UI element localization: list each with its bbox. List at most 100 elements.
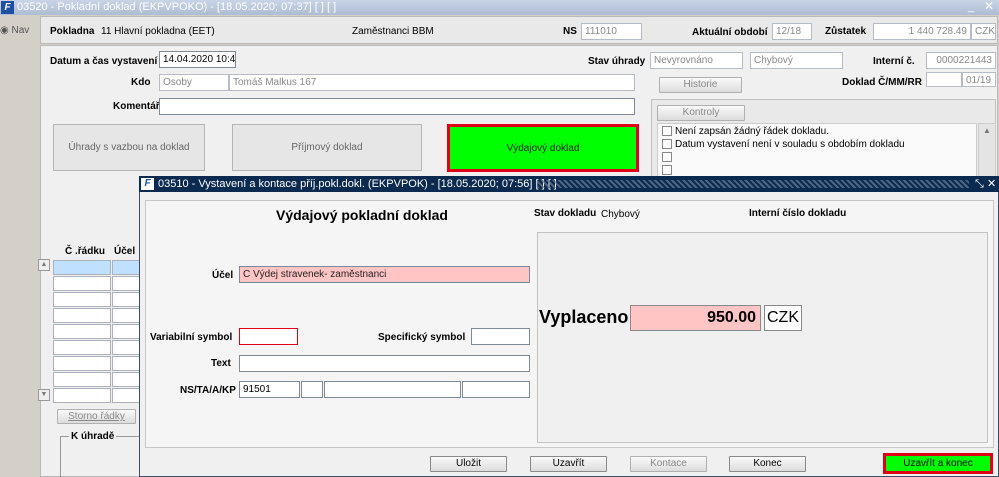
scroll-up-icon[interactable]: ▲: [983, 126, 991, 135]
main-window-title: 03520 - Pokladní doklad (EKPVPOKO) - [18…: [17, 1, 337, 13]
paid-amount-field[interactable]: 950.00: [630, 305, 761, 331]
checkbox-icon: [662, 126, 672, 137]
payment-state-field-2[interactable]: Chybový: [750, 52, 843, 69]
close-button[interactable]: Uzavřít: [530, 456, 607, 472]
left-nav-strip: [0, 15, 38, 477]
ta-field[interactable]: [301, 381, 323, 398]
text-label: Text: [211, 358, 231, 369]
table-row[interactable]: [53, 308, 111, 323]
kdo-label: Kdo: [131, 77, 151, 88]
internal-no-label: Interní č.: [873, 56, 915, 67]
nav-toggle[interactable]: ◉ Nav: [0, 25, 29, 36]
table-row[interactable]: [112, 388, 140, 403]
table-row[interactable]: [53, 388, 111, 403]
dialog-close-icon[interactable]: ✕: [987, 176, 996, 192]
restore-icon[interactable]: ⤡: [975, 176, 984, 192]
table-row[interactable]: [53, 372, 111, 387]
storno-button[interactable]: Storno řádky: [57, 409, 136, 424]
purpose-header: Účel: [114, 246, 136, 257]
expense-doc-button[interactable]: Výdajový doklad: [447, 124, 639, 172]
dialog-internal-no-label: Interní číslo dokladu: [749, 208, 847, 219]
title-bar-pattern: [537, 180, 969, 188]
var-symbol-field[interactable]: [239, 328, 298, 345]
kdo-name-field[interactable]: Tomáš Malkus 167: [229, 74, 635, 91]
ns-field[interactable]: 111010: [581, 23, 642, 40]
dialog-logo-icon: F: [141, 178, 154, 190]
contacts-button[interactable]: Kontace: [630, 456, 707, 472]
internal-no-field[interactable]: 0000221443: [926, 52, 996, 69]
to-pay-label: K úhradě: [69, 431, 117, 442]
text-field[interactable]: [239, 355, 530, 372]
to-pay-group-border: [60, 436, 140, 477]
table-row[interactable]: [53, 340, 111, 355]
doc-no-field[interactable]: 01/19: [962, 72, 996, 87]
ns-label: NS: [563, 26, 577, 37]
var-symbol-label: Variabilní symbol: [150, 332, 233, 343]
comment-field[interactable]: [159, 98, 635, 115]
datetime-field[interactable]: 14.04.2020 10:48: [159, 51, 236, 68]
period-field[interactable]: 12/18: [772, 23, 812, 40]
paid-currency-field[interactable]: CZK: [764, 305, 802, 331]
table-row[interactable]: [53, 324, 111, 339]
table-row[interactable]: [112, 260, 140, 275]
employees-label: Zaměstnanci BBM: [352, 26, 434, 37]
table-row[interactable]: [112, 324, 140, 339]
check-item[interactable]: Datum vystavení není v souladu s obdobím…: [662, 139, 905, 150]
row-no-header: Č .řádku: [65, 246, 106, 257]
main-window-title-bar[interactable]: F 03520 - Pokladní doklad (EKPVPOKO) - […: [0, 0, 999, 15]
comment-label: Komentář: [113, 101, 160, 112]
end-button[interactable]: Konec: [729, 456, 806, 472]
income-doc-button[interactable]: Příjmový doklad: [232, 124, 422, 171]
check-item[interactable]: [662, 152, 675, 163]
doc-state-value: Chybový: [601, 209, 640, 220]
spec-symbol-field[interactable]: [471, 328, 530, 345]
minimize-icon[interactable]: _: [968, 0, 974, 15]
pokladna-label: Pokladna: [50, 26, 95, 37]
check-item[interactable]: [662, 165, 675, 176]
dialog-title-bar[interactable]: F 03510 - Vystavení a kontace příj.pokl.…: [139, 176, 999, 192]
grid-scroll-up-icon[interactable]: ▲: [38, 259, 50, 271]
table-row[interactable]: [112, 308, 140, 323]
doc-state-label: Stav dokladu: [534, 208, 597, 219]
ns-field[interactable]: 91501: [239, 381, 300, 398]
kdo-type-field[interactable]: Osoby: [159, 74, 229, 91]
linked-payments-button[interactable]: Úhrady s vazbou na doklad: [53, 124, 205, 171]
save-button[interactable]: Uložit: [430, 456, 507, 472]
dialog-title: 03510 - Vystavení a kontace příj.pokl.do…: [158, 178, 557, 190]
table-row[interactable]: [53, 260, 111, 275]
table-row[interactable]: [53, 356, 111, 371]
table-row[interactable]: [112, 356, 140, 371]
close-and-end-button[interactable]: Uzavřít a konec: [883, 453, 993, 474]
checks-button[interactable]: Kontroly: [657, 105, 745, 121]
table-row[interactable]: [112, 340, 140, 355]
grid-scroll-down-icon[interactable]: ▼: [38, 389, 50, 401]
checkbox-icon: [662, 152, 672, 163]
app-logo-icon: F: [1, 1, 14, 14]
doc-no-prefix-field[interactable]: [926, 72, 962, 87]
purpose-label: Účel: [212, 270, 234, 281]
amount-panel: [537, 232, 988, 443]
a-field[interactable]: [324, 381, 461, 398]
period-label: Aktuální období: [692, 27, 768, 38]
kp-field[interactable]: [462, 381, 530, 398]
spec-symbol-label: Specifický symbol: [378, 332, 466, 343]
checks-scrollbar[interactable]: ▲: [978, 123, 996, 179]
table-row[interactable]: [53, 292, 111, 307]
balance-field[interactable]: 1 440 728.49: [873, 23, 971, 40]
check-item[interactable]: Není zapsán žádný řádek dokladu.: [662, 126, 829, 137]
purpose-field[interactable]: C Výdej stravenek- zaměstnanci: [239, 266, 530, 283]
history-button[interactable]: Historie: [659, 77, 742, 93]
table-row[interactable]: [53, 276, 111, 291]
paid-label: Vyplaceno: [539, 307, 629, 327]
table-row[interactable]: [112, 372, 140, 387]
check-item-text: Datum vystavení není v souladu s obdobím…: [675, 139, 905, 150]
nav-label: Nav: [11, 25, 30, 36]
pokladna-value: 11 Hlavní pokladna (EET): [101, 26, 215, 37]
payment-state-field[interactable]: Nevyrovnáno: [650, 52, 743, 69]
checkbox-icon: [662, 139, 672, 150]
payment-state-label: Stav úhrady: [588, 56, 646, 67]
table-row[interactable]: [112, 276, 140, 291]
table-row[interactable]: [112, 292, 140, 307]
balance-currency-field[interactable]: CZK: [971, 23, 996, 40]
close-icon[interactable]: ✕: [984, 0, 994, 14]
